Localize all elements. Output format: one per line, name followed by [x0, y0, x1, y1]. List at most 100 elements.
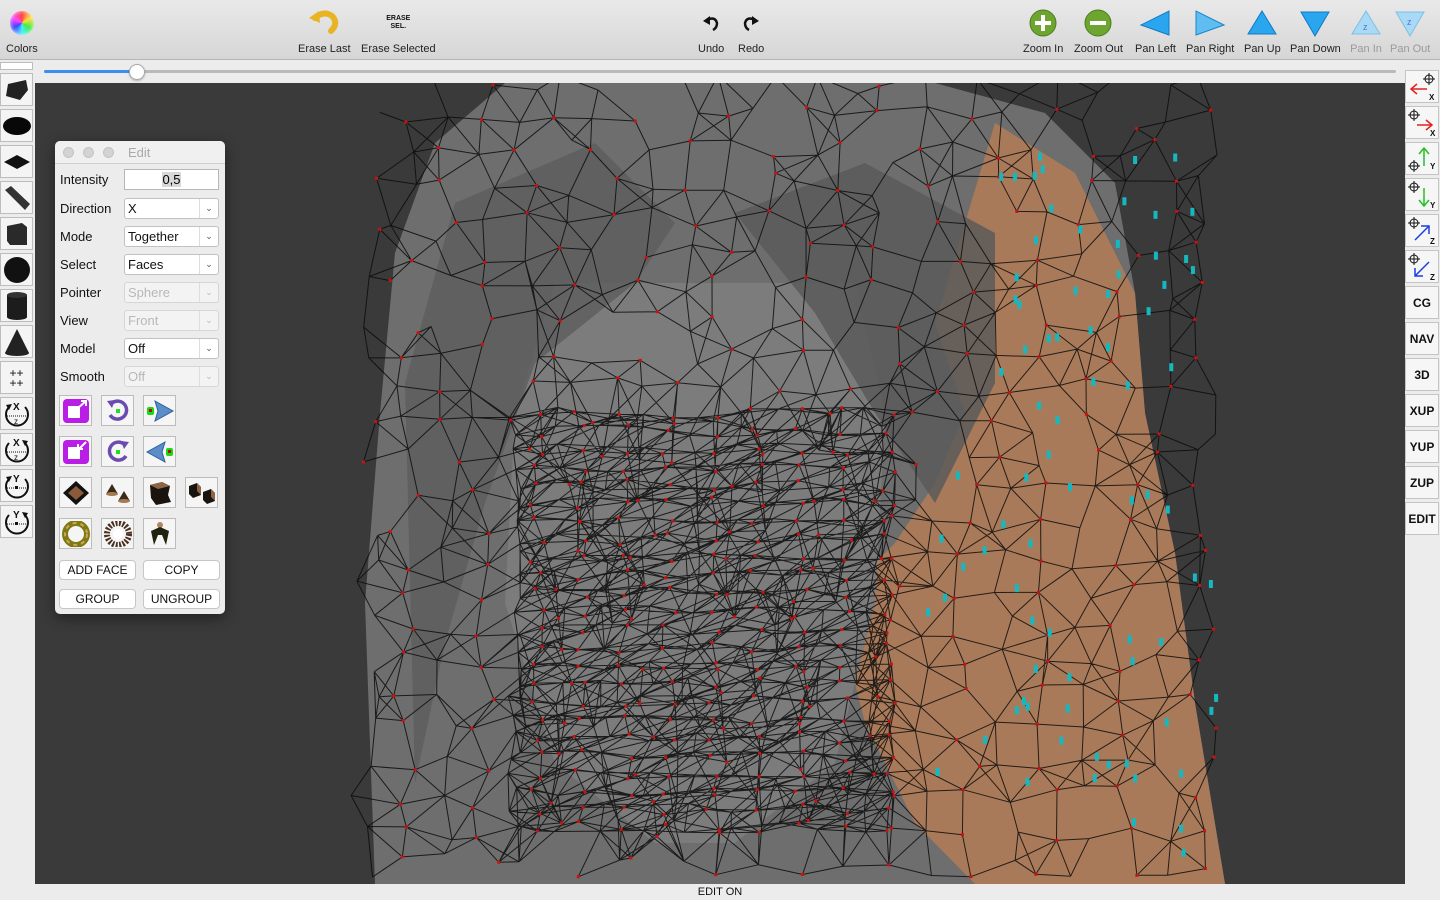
cylinder-tool[interactable]: [0, 289, 33, 322]
selected-face-marker: [1088, 326, 1093, 335]
move-pos-x-button[interactable]: X: [1405, 106, 1439, 139]
beam-tool[interactable]: [0, 181, 33, 214]
pan-right-button[interactable]: Pan Right: [1186, 6, 1234, 55]
erase-selected-button[interactable]: ERASE SEL. Erase Selected: [361, 6, 436, 55]
points-grid-tool[interactable]: ++ ++: [0, 361, 33, 394]
mesh-vertex: [623, 713, 627, 717]
move-neg-x-button[interactable]: X: [1405, 70, 1439, 103]
zoom-window-button[interactable]: [103, 147, 114, 158]
cone-tool[interactable]: [0, 325, 33, 358]
erase-last-button[interactable]: Erase Last: [298, 6, 351, 55]
slider-thumb[interactable]: [128, 64, 145, 80]
add-face-button[interactable]: ADD FACE: [59, 560, 136, 580]
redo-button[interactable]: Redo: [738, 6, 764, 55]
zoom-in-button[interactable]: Zoom In: [1023, 6, 1063, 55]
mesh-vertex: [808, 241, 812, 245]
pan-left-button[interactable]: Pan Left: [1135, 6, 1176, 55]
xup-button[interactable]: XUP: [1405, 394, 1439, 427]
colors-button[interactable]: Colors: [6, 6, 38, 55]
zoom-out-button[interactable]: Zoom Out: [1074, 6, 1123, 55]
wireframe-head-mesh[interactable]: [35, 83, 1405, 884]
rotate-xz-cw-tool[interactable]: Xz: [0, 433, 33, 466]
mesh-vertex: [1055, 107, 1059, 111]
mesh-vertex: [721, 727, 725, 731]
split-cones-button[interactable]: [101, 477, 134, 508]
edit-button[interactable]: EDIT: [1405, 502, 1439, 535]
rotate-y-ccw-tool[interactable]: Y: [0, 469, 33, 502]
3d-button[interactable]: 3D: [1405, 358, 1439, 391]
move-neg-z-button[interactable]: Z: [1405, 250, 1439, 283]
extrude-box-button[interactable]: [143, 477, 176, 508]
mesh-vertex: [673, 702, 677, 706]
mode-select[interactable]: Together ⌄: [124, 226, 219, 247]
pointer-label: Pointer: [60, 285, 102, 300]
copy-button[interactable]: COPY: [143, 560, 220, 580]
mesh-vertex: [480, 598, 483, 602]
split-cubes-button[interactable]: [185, 477, 218, 508]
cone-icon: [4, 328, 29, 356]
move-neg-y-button[interactable]: Y: [1405, 178, 1439, 211]
plane-icon: [3, 154, 30, 169]
mesh-vertex: [963, 662, 967, 666]
mesh-vertex: [707, 738, 711, 742]
close-window-button[interactable]: [63, 147, 74, 158]
zup-button[interactable]: ZUP: [1405, 466, 1439, 499]
ellipse-tool[interactable]: [0, 109, 33, 142]
plane-tool[interactable]: [0, 145, 33, 178]
radial-spikes-button[interactable]: [101, 518, 134, 549]
mesh-vertex: [1046, 659, 1050, 663]
mesh-vertex: [710, 274, 714, 278]
rotate-cw-purple-icon: [107, 439, 129, 462]
selected-face-marker: [926, 608, 931, 617]
pan-down-button[interactable]: Pan Down: [1290, 6, 1341, 55]
view-label: View: [60, 313, 88, 328]
surface-patch-tool[interactable]: [0, 73, 33, 106]
figure-button[interactable]: [143, 518, 176, 549]
yup-button[interactable]: YUP: [1405, 430, 1439, 463]
move-pos-z-button[interactable]: Z: [1405, 214, 1439, 247]
view-select[interactable]: Front ⌄: [124, 310, 219, 331]
pan-up-button[interactable]: Pan Up: [1244, 6, 1281, 55]
rotate-xz-ccw-tool[interactable]: Xz: [0, 397, 33, 430]
mesh-vertex: [1130, 826, 1133, 830]
mesh-vertex: [712, 552, 716, 556]
move-back-button[interactable]: [143, 436, 176, 467]
mesh-vertex: [1039, 517, 1043, 521]
edit-panel-titlebar[interactable]: Edit: [55, 141, 225, 164]
pan-in-button[interactable]: z Pan In: [1350, 6, 1382, 55]
slider-track[interactable]: [44, 64, 1396, 80]
sphere-tool[interactable]: [0, 253, 33, 286]
pan-out-button[interactable]: z Pan Out: [1390, 6, 1430, 55]
mesh-vertex: [970, 117, 974, 121]
3d-viewport[interactable]: [35, 83, 1405, 884]
rotate-ccw-button[interactable]: [101, 395, 134, 426]
rotate-y-cw-tool[interactable]: Y: [0, 505, 33, 538]
mesh-vertex: [591, 421, 594, 425]
mesh-vertex: [715, 592, 719, 596]
smooth-select[interactable]: Off ⌄: [124, 366, 219, 387]
direction-select[interactable]: X ⌄: [124, 198, 219, 219]
intensity-input[interactable]: 0,5: [124, 169, 219, 190]
model-select[interactable]: Off ⌄: [124, 338, 219, 359]
cg-button[interactable]: CG: [1405, 286, 1439, 319]
ungroup-button[interactable]: UNGROUP: [143, 589, 220, 609]
pointer-select[interactable]: Sphere ⌄: [124, 282, 219, 303]
group-button[interactable]: GROUP: [59, 589, 136, 609]
mesh-vertex: [877, 84, 881, 88]
diamond-face-button[interactable]: [59, 477, 92, 508]
minimize-window-button[interactable]: [83, 147, 94, 158]
selected-face-marker: [1040, 165, 1045, 174]
cube-tool[interactable]: [0, 217, 33, 250]
blank-tool[interactable]: [0, 62, 33, 70]
scale-up-button[interactable]: [59, 395, 92, 426]
rotate-cw-button[interactable]: [101, 436, 134, 467]
move-forward-button[interactable]: [143, 395, 176, 426]
torus-button[interactable]: [59, 518, 92, 549]
move-pos-y-button[interactable]: Y: [1405, 142, 1439, 175]
undo-button[interactable]: Undo: [698, 6, 724, 55]
select-mode-select[interactable]: Faces ⌄: [124, 254, 219, 275]
mesh-vertex: [955, 552, 959, 556]
mesh-vertex: [411, 627, 415, 631]
scale-down-button[interactable]: [59, 436, 92, 467]
nav-button[interactable]: NAV: [1405, 322, 1439, 355]
